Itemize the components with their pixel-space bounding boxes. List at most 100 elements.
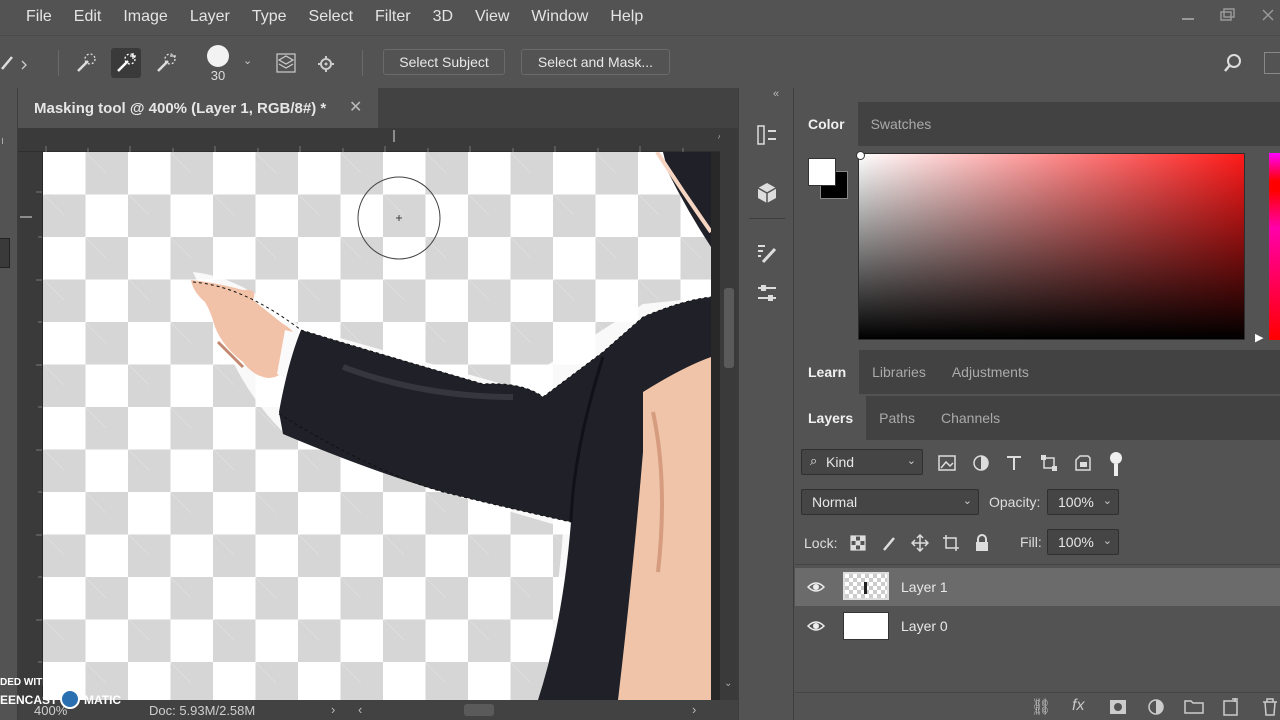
horizontal-ruler[interactable]: ^ [18,128,723,152]
quick-selection-brush-icon [1,56,27,70]
menu-help[interactable]: Help [599,0,654,34]
hue-slider[interactable] [1269,153,1280,340]
color-picker-field[interactable] [858,153,1245,340]
lock-icon [976,534,988,551]
trash-icon[interactable] [1262,698,1278,716]
restore-button[interactable] [1208,0,1248,30]
workspace-switcher-icon[interactable] [1264,52,1280,74]
3d-panel-button[interactable] [751,178,783,208]
filter-toggle-icon[interactable] [1110,452,1122,464]
menu-filter[interactable]: Filter [364,0,422,34]
close-tab-button[interactable]: ✕ [349,97,362,117]
sample-all-layers-button[interactable] [271,48,301,78]
vertical-scroll-thumb[interactable] [724,288,734,368]
menu-image[interactable]: Image [112,0,178,34]
layers-panel-tabs: Layers Paths Channels [795,396,1280,440]
search-button[interactable] [1218,48,1248,78]
layer-thumbnail[interactable] [843,612,889,640]
layer-filter-kind-select[interactable]: ⌕ Kind ⌄ [801,449,923,475]
menu-view[interactable]: View [464,0,520,34]
menu-file[interactable]: File [0,0,63,34]
tool-preset-picker[interactable] [0,48,30,78]
tab-paths[interactable]: Paths [866,396,928,440]
foreground-color-swatch[interactable] [808,158,836,186]
document-tab[interactable]: Masking tool @ 400% (Layer 1, RGB/8#) * [18,88,378,128]
new-layer-icon[interactable] [1223,698,1239,716]
tab-libraries[interactable]: Libraries [859,350,939,394]
tab-learn[interactable]: Learn [795,350,860,394]
lock-image-pixels-button[interactable] [880,533,900,553]
tab-layers[interactable]: Layers [795,396,867,440]
type-icon [1007,456,1021,470]
properties-panel-button[interactable] [751,278,783,308]
add-to-selection-button[interactable] [111,48,141,78]
menu-window[interactable]: Window [520,0,599,34]
adjustment-circle-icon [973,455,989,471]
watermark-line1: DED WITH [0,677,50,688]
opacity-value: 100% [1058,494,1094,510]
status-menu-arrow-icon[interactable]: › [331,702,335,717]
menu-edit[interactable]: Edit [63,0,113,34]
filter-shape-layers-button[interactable] [1038,452,1060,474]
collapse-panels-icon[interactable]: « [773,88,779,100]
link-layers-icon[interactable]: ⛓ [1031,697,1051,717]
adjustment-layer-icon[interactable] [1147,698,1165,716]
menu-select[interactable]: Select [298,0,364,34]
lock-position-button[interactable] [910,533,930,553]
layers-stack-icon [276,53,296,73]
tab-channels[interactable]: Channels [928,396,1013,440]
color-picker-handle[interactable] [856,151,865,160]
layer-name[interactable]: Layer 1 [901,579,948,595]
hue-slider-handle-icon[interactable]: ▶ [1255,331,1263,344]
filter-adjustment-layers-button[interactable] [970,452,992,474]
new-selection-button[interactable] [71,48,101,78]
canvas-area[interactable] [42,152,720,700]
visibility-eye-icon[interactable] [807,619,825,633]
blend-mode-select[interactable]: Normal ⌄ [801,489,979,515]
document-info: Doc: 5.93M/2.58M [149,703,256,718]
vertical-scrollbar[interactable]: ⌄ [720,128,738,700]
layer-row-layer-1[interactable]: Layer 1 [795,568,1280,606]
auto-enhance-button[interactable] [311,48,341,78]
image-canvas[interactable] [43,152,711,700]
scroll-left-arrow-icon[interactable]: ‹ [358,702,362,717]
minimize-button[interactable] [1168,0,1208,30]
lock-artboard-button[interactable] [941,533,961,553]
vertical-ruler[interactable] [18,152,42,700]
scroll-right-arrow-icon[interactable]: › [692,702,696,717]
visibility-eye-icon[interactable] [807,580,825,594]
brush-size-value: 30 [210,68,226,83]
horizontal-scroll-thumb[interactable] [464,704,494,716]
tab-adjustments[interactable]: Adjustments [939,350,1042,394]
scroll-down-arrow-icon[interactable]: ⌄ [724,678,732,689]
subtract-from-selection-button[interactable] [151,48,181,78]
menu-3d[interactable]: 3D [422,0,464,34]
fill-field[interactable]: 100% ⌄ [1047,529,1119,555]
artboard-icon [943,535,959,551]
filter-type-layers-button[interactable] [1003,452,1025,474]
layer-style-fx-icon[interactable]: fx [1072,697,1084,715]
brush-picker-chevron-icon[interactable]: ⌄ [243,54,252,67]
menu-type[interactable]: Type [241,0,298,34]
layer-row-layer-0[interactable]: Layer 0 [795,607,1280,645]
kind-label: Kind [826,454,855,470]
lock-all-button[interactable] [972,533,992,553]
menu-layer[interactable]: Layer [179,0,241,34]
select-subject-button[interactable]: Select Subject [383,49,505,75]
layer-thumbnail[interactable] [843,572,889,600]
brush-preview-icon[interactable] [207,45,229,67]
tool-marker [2,138,8,144]
history-panel-button[interactable] [751,120,783,150]
add-mask-icon[interactable] [1109,699,1127,715]
layer-name[interactable]: Layer 0 [901,618,948,634]
brush-settings-button[interactable] [751,238,783,268]
close-window-button[interactable] [1248,0,1280,30]
filter-smart-objects-button[interactable] [1072,452,1094,474]
filter-pixel-layers-button[interactable] [936,452,958,474]
active-tool-slot[interactable] [0,238,10,268]
new-group-folder-icon[interactable] [1184,698,1204,714]
select-and-mask-button[interactable]: Select and Mask... [521,49,670,75]
lock-transparent-pixels-button[interactable] [848,533,868,553]
shape-icon [1041,455,1057,471]
opacity-field[interactable]: 100% ⌄ [1047,489,1119,515]
